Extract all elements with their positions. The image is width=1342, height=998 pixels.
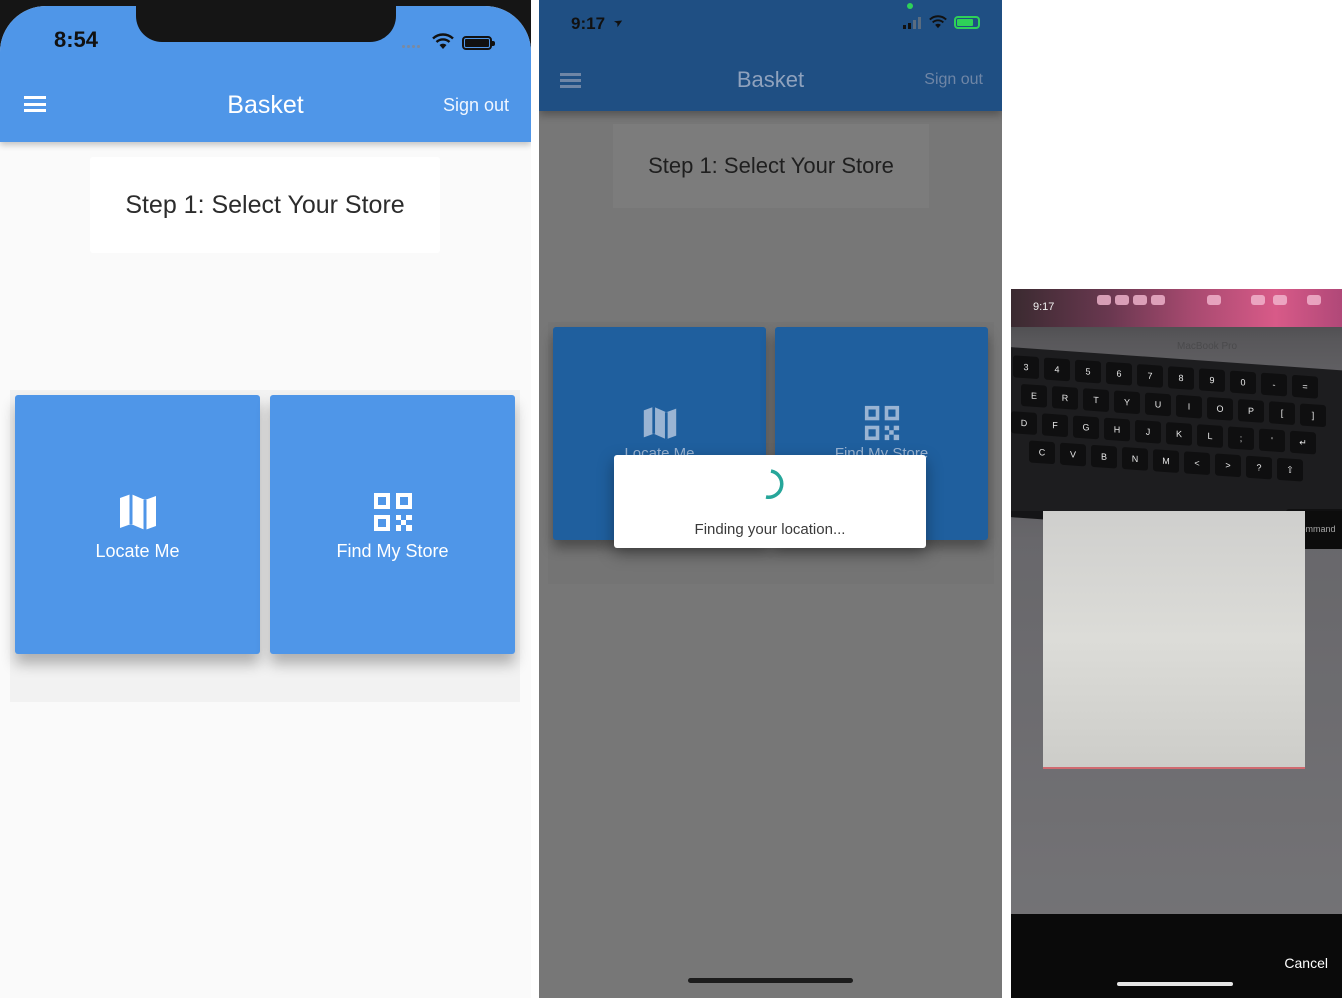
step-title-card: Step 1: Select Your Store (613, 124, 929, 208)
camera-preview: 9:17 MacBook Pro 3 4 5 6 7 8 9 0- = E R T Y U I O P[] D… (1011, 289, 1342, 914)
map-icon (120, 494, 156, 530)
battery-icon (462, 36, 495, 50)
cellular-signal-icon (903, 17, 921, 29)
locate-me-button[interactable]: Locate Me (15, 395, 260, 654)
phone-screen: 8:54 Basket Sign out Step 1: Select Your… (0, 6, 531, 998)
phone-notch (136, 0, 396, 42)
screen-qr-scanner: 9:17 MacBook Pro 3 4 5 6 7 8 9 0- = E R T Y U I O P[] D… (1011, 289, 1342, 998)
step-title-card: Step 1: Select Your Store (90, 157, 440, 253)
signal-dots-icon (402, 35, 426, 48)
scan-overlay-left (1011, 511, 1043, 914)
sign-out-button[interactable]: Sign out (924, 71, 983, 89)
status-time: 8:54 (54, 27, 99, 52)
status-time: 9:17 (1033, 301, 1055, 313)
battery-charging-icon (954, 16, 980, 29)
cancel-button[interactable]: Cancel (1284, 955, 1328, 971)
wifi-icon (929, 15, 947, 29)
app-bar: 9:17 ➤ Basket Sign out (539, 0, 1002, 111)
location-arrow-icon: ➤ (611, 15, 626, 31)
screen-basket-home: 8:54 Basket Sign out Step 1: Select Your… (0, 0, 531, 998)
loading-message: Finding your location... (694, 521, 846, 538)
find-my-store-label: Find My Store (336, 541, 449, 561)
wifi-icon (432, 33, 454, 49)
home-indicator (1117, 982, 1233, 986)
loading-dialog: Finding your location... (614, 455, 926, 548)
status-time: 9:17 (571, 14, 606, 33)
sign-out-button[interactable]: Sign out (443, 95, 509, 116)
locate-me-label: Locate Me (95, 541, 180, 561)
screen-finding-location: 9:17 ➤ Basket Sign out Step 1: Select Yo… (539, 0, 1002, 998)
home-indicator (688, 978, 853, 983)
privacy-indicator-icon (907, 3, 913, 9)
scan-target-area (1043, 511, 1305, 769)
screen-strip-image (1011, 289, 1342, 327)
scan-overlay-bottom (1043, 769, 1305, 914)
qr-code-icon (864, 405, 900, 441)
laptop-label: MacBook Pro (1177, 341, 1238, 352)
find-my-store-button[interactable]: Find My Store (270, 395, 515, 654)
map-icon (643, 406, 677, 440)
loading-spinner-icon (765, 469, 784, 499)
scan-overlay-right (1305, 511, 1342, 914)
qr-code-icon (374, 493, 412, 531)
